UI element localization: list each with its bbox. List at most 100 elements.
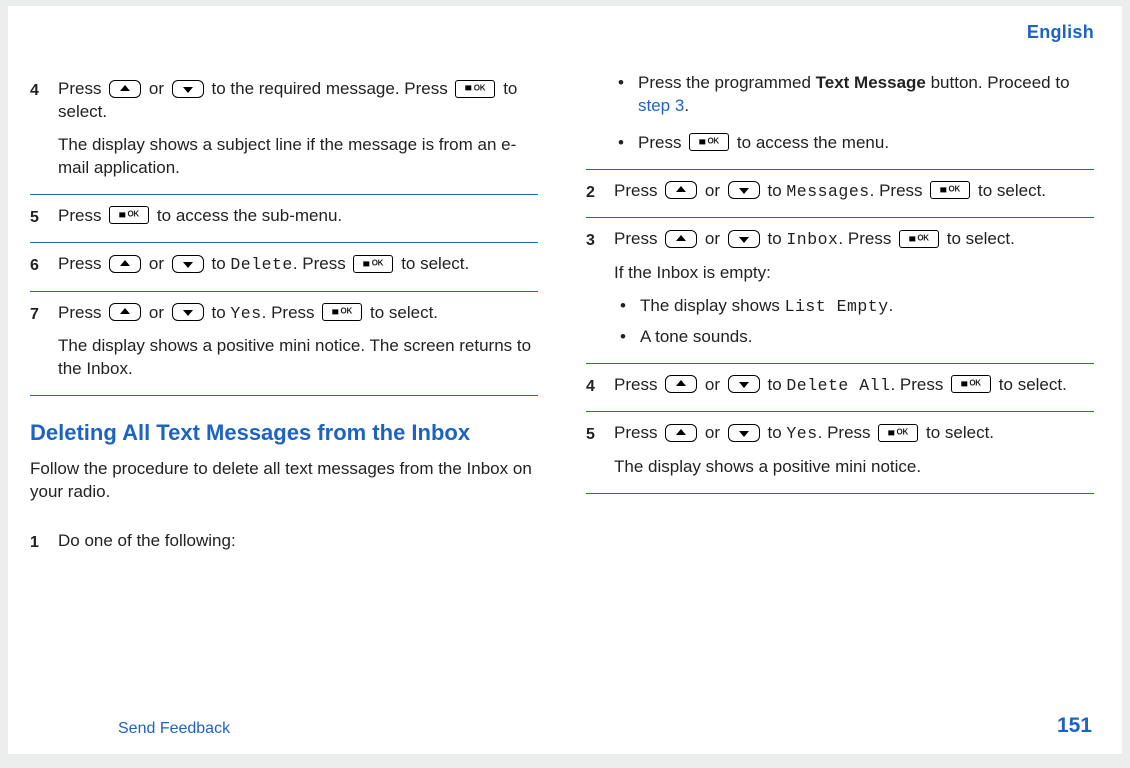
- menu-option: Delete All: [786, 376, 890, 395]
- bold-text: Text Message: [816, 73, 926, 92]
- step-row: 7 Press or to Yes. Press OK to select. T…: [30, 292, 538, 396]
- text: to select.: [401, 254, 469, 273]
- text: Press: [614, 423, 662, 442]
- send-feedback-link[interactable]: Send Feedback: [118, 718, 230, 740]
- ok-button-icon: OK: [878, 424, 918, 442]
- text: . Press: [890, 375, 948, 394]
- step-number: 6: [30, 253, 58, 277]
- text: to access the sub-menu.: [157, 206, 342, 225]
- ok-button-icon: OK: [689, 133, 729, 151]
- text: . Press: [262, 303, 320, 322]
- step-body: Press OK to access the sub-menu.: [58, 205, 538, 228]
- options-list: Press the programmed Text Message button…: [614, 72, 1094, 155]
- text: The display shows: [640, 296, 785, 315]
- step-number-empty: [586, 68, 614, 70]
- text: Press: [58, 254, 106, 273]
- menu-option: Delete: [230, 255, 292, 274]
- menu-option: Yes: [786, 424, 817, 443]
- ok-button-icon: OK: [930, 181, 970, 199]
- text: or: [149, 79, 169, 98]
- menu-option: Messages: [786, 182, 869, 201]
- text: to: [212, 303, 231, 322]
- down-arrow-icon: [728, 181, 760, 199]
- step-body: Press or to Messages. Press OK to select…: [614, 180, 1094, 203]
- up-arrow-icon: [665, 181, 697, 199]
- ok-button-icon: OK: [899, 230, 939, 248]
- step-text: Press or to Inbox. Press OK to select.: [614, 228, 1094, 251]
- step-row: 5 Press or to Yes. Press OK to select. T…: [586, 412, 1094, 493]
- page-number: 151: [1057, 712, 1092, 740]
- step-body: Press or to Delete All. Press OK to sele…: [614, 374, 1094, 397]
- step-text: The display shows a subject line if the …: [58, 134, 538, 180]
- text: Press: [638, 133, 686, 152]
- up-arrow-icon: [665, 424, 697, 442]
- down-arrow-icon: [728, 424, 760, 442]
- step-body: Press or to Delete. Press OK to select.: [58, 253, 538, 276]
- text: Press the programmed: [638, 73, 816, 92]
- step-text: Press or to Delete All. Press OK to sele…: [614, 374, 1094, 397]
- text: to select.: [370, 303, 438, 322]
- down-arrow-icon: [728, 230, 760, 248]
- step-body: Do one of the following:: [58, 530, 538, 553]
- text: Press: [614, 229, 662, 248]
- header-language: English: [1027, 20, 1094, 44]
- document-page: English 4 Press or to the required messa…: [8, 6, 1122, 754]
- list-item: Press the programmed Text Message button…: [614, 72, 1094, 118]
- text: button. Proceed to: [926, 73, 1070, 92]
- list-item: A tone sounds.: [616, 326, 1094, 349]
- step-body: Press or to Inbox. Press OK to select. I…: [614, 228, 1094, 348]
- step-row-continuation: Press the programmed Text Message button…: [586, 68, 1094, 170]
- text: or: [149, 303, 169, 322]
- ok-button-icon: OK: [353, 255, 393, 273]
- up-arrow-icon: [665, 230, 697, 248]
- text: to access the menu.: [737, 133, 889, 152]
- up-arrow-icon: [109, 80, 141, 98]
- text: . Press: [818, 423, 876, 442]
- list-item: Press OK to access the menu.: [614, 132, 1094, 155]
- step-number: 5: [30, 205, 58, 229]
- text: . Press: [838, 229, 896, 248]
- text: or: [149, 254, 169, 273]
- text: to select.: [978, 181, 1046, 200]
- text: or: [705, 375, 725, 394]
- down-arrow-icon: [172, 255, 204, 273]
- text: . Press: [293, 254, 351, 273]
- text: Press: [58, 79, 106, 98]
- text: to: [768, 375, 787, 394]
- ok-button-icon: OK: [455, 80, 495, 98]
- step-link[interactable]: step 3: [638, 96, 684, 115]
- page-footer: Send Feedback 151: [8, 712, 1122, 740]
- step-text: Press or to Yes. Press OK to select.: [58, 302, 538, 325]
- sub-list: The display shows List Empty. A tone sou…: [614, 295, 1094, 349]
- text: to select.: [999, 375, 1067, 394]
- down-arrow-icon: [728, 375, 760, 393]
- step-text: Do one of the following:: [58, 530, 538, 553]
- step-row: 2 Press or to Messages. Press OK to sele…: [586, 170, 1094, 219]
- step-text: If the Inbox is empty:: [614, 262, 1094, 285]
- text: to: [768, 229, 787, 248]
- text: Press: [614, 375, 662, 394]
- up-arrow-icon: [665, 375, 697, 393]
- step-row: 4 Press or to the required message. Pres…: [30, 68, 538, 195]
- section-heading: Deleting All Text Messages from the Inbo…: [30, 418, 538, 448]
- left-column: 4 Press or to the required message. Pres…: [30, 68, 538, 567]
- menu-option: Yes: [230, 304, 261, 323]
- text: to select.: [947, 229, 1015, 248]
- text: Press: [58, 206, 106, 225]
- text: to: [212, 254, 231, 273]
- menu-option: Inbox: [786, 230, 838, 249]
- step-body: Press the programmed Text Message button…: [614, 68, 1094, 155]
- text: to select.: [926, 423, 994, 442]
- display-text: List Empty: [785, 297, 889, 316]
- step-number: 4: [30, 78, 58, 102]
- step-row: 5 Press OK to access the sub-menu.: [30, 195, 538, 244]
- step-number: 7: [30, 302, 58, 326]
- text: .: [889, 296, 894, 315]
- ok-button-icon: OK: [951, 375, 991, 393]
- step-number: 5: [586, 422, 614, 446]
- step-text: Press or to Messages. Press OK to select…: [614, 180, 1094, 203]
- section-intro-text: Follow the procedure to delete all text …: [30, 458, 538, 504]
- text: Press: [614, 181, 662, 200]
- text: Press: [58, 303, 106, 322]
- text: . Press: [870, 181, 928, 200]
